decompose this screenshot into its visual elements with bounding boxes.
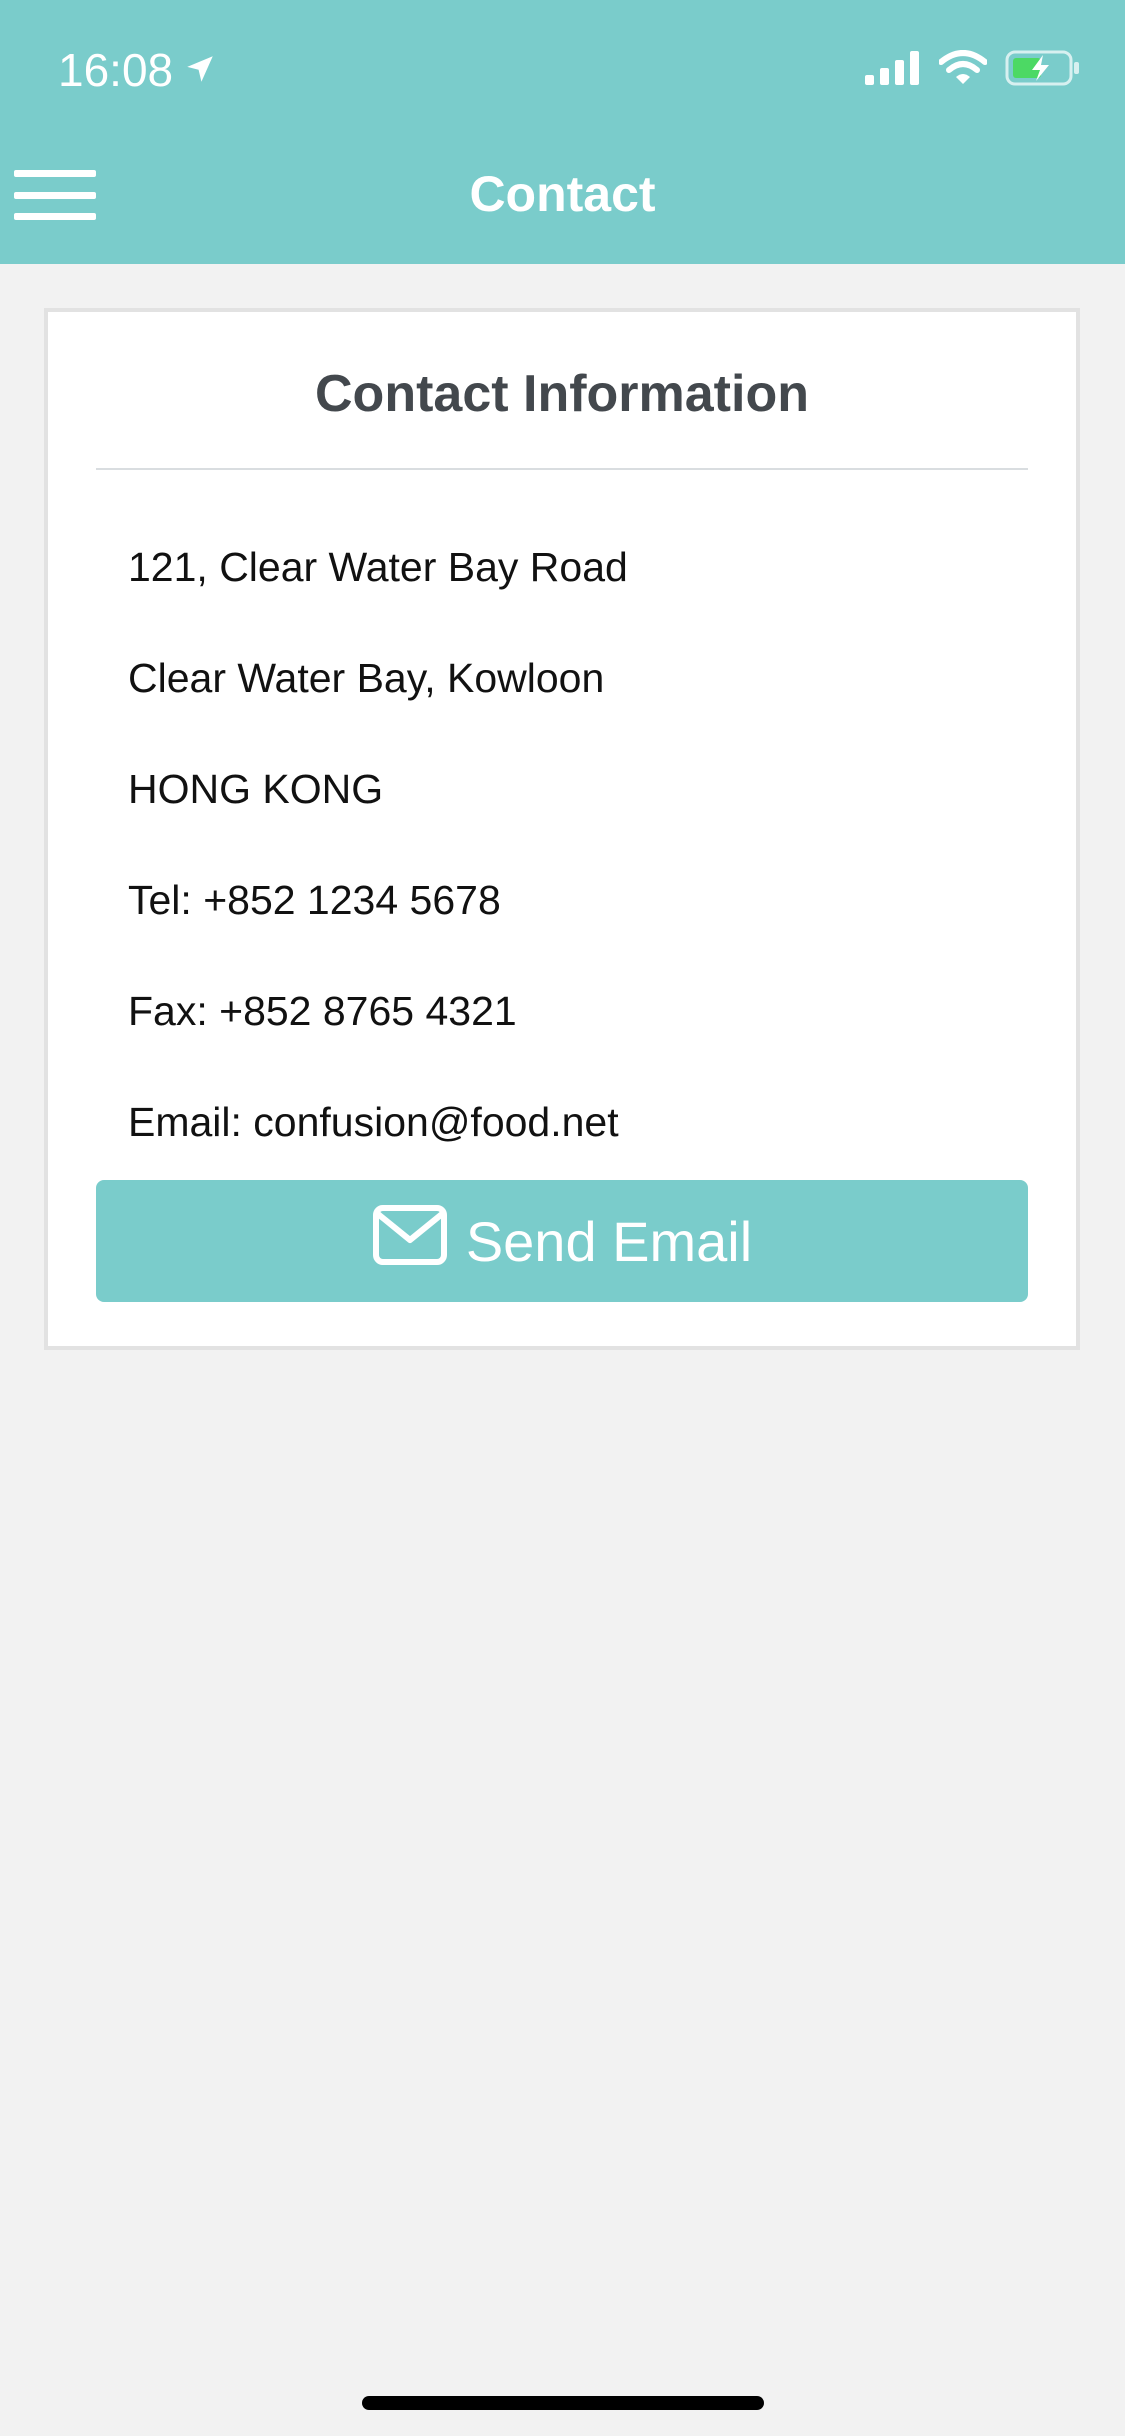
- location-arrow-icon: [183, 40, 217, 100]
- address-line-2: Clear Water Bay, Kowloon: [128, 655, 605, 701]
- address-line-3: HONG KONG: [128, 766, 384, 812]
- card-divider: [96, 468, 1028, 470]
- status-time-text: 16:08: [58, 44, 174, 96]
- send-email-label: Send Email: [465, 1209, 753, 1273]
- fax-line: Fax: +852 8765 4321: [128, 988, 517, 1034]
- address-line-1: 121, Clear Water Bay Road: [128, 544, 628, 590]
- signal-icon: [865, 50, 921, 90]
- email-line: Email: confusion@food.net: [128, 1099, 619, 1145]
- wifi-icon: [938, 49, 988, 91]
- send-email-button[interactable]: Send Email: [96, 1180, 1028, 1302]
- status-bar-time: 16:08: [58, 40, 217, 100]
- battery-charging-icon: [1005, 50, 1081, 91]
- status-bar-icons: [865, 48, 1081, 92]
- home-indicator[interactable]: [362, 2396, 764, 2410]
- page-title: Contact: [469, 166, 656, 222]
- telephone-line: Tel: +852 1234 5678: [128, 877, 501, 923]
- envelope-icon: [372, 1204, 448, 1279]
- contact-card: Contact Information 121, Clear Water Bay…: [44, 308, 1080, 1350]
- card-title: Contact Information: [315, 365, 809, 423]
- app-header: 16:08 Contact: [0, 0, 1125, 264]
